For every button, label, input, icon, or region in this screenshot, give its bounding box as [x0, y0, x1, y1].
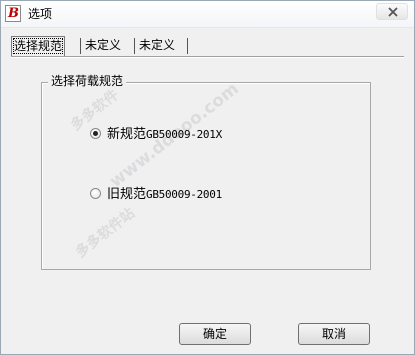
radio-label-main: 旧规范: [107, 187, 147, 202]
app-logo-icon: B: [5, 5, 21, 22]
title-bar[interactable]: B 选项: [1, 1, 414, 28]
tab-separator: [134, 38, 135, 54]
radio-label-code: GB50009-2001: [146, 188, 222, 201]
radio-label-old: 旧规范GB50009-2001: [107, 186, 222, 203]
load-standard-group: [41, 82, 371, 270]
close-button[interactable]: [376, 3, 408, 20]
tab-separator: [187, 38, 188, 54]
tab-undefined-2[interactable]: 未定义: [139, 36, 175, 54]
radio-label-code: GB50009-201X: [146, 128, 222, 141]
group-title: 选择荷载规范: [48, 73, 127, 89]
cancel-button[interactable]: 取消: [298, 323, 370, 345]
radio-label-new: 新规范GB50009-201X: [107, 126, 222, 143]
tab-select-standard[interactable]: 选择规范: [11, 36, 66, 56]
tab-label: 选择规范: [12, 38, 64, 54]
app-logo-letter: B: [8, 6, 19, 21]
radio-button-checked[interactable]: [90, 128, 101, 139]
radio-label-main: 新规范: [107, 127, 147, 142]
tab-panel-border: [11, 56, 404, 58]
tab-separator: [80, 38, 81, 54]
ok-button[interactable]: 确定: [179, 323, 251, 345]
window-title: 选项: [28, 7, 53, 21]
options-dialog: B 选项 选择规范 未定义 未定义 www.ddooo.com 多多软件 多多软…: [0, 0, 415, 355]
radio-button-unchecked[interactable]: [90, 188, 101, 199]
tab-undefined-1[interactable]: 未定义: [85, 36, 121, 54]
close-icon: [388, 7, 398, 17]
